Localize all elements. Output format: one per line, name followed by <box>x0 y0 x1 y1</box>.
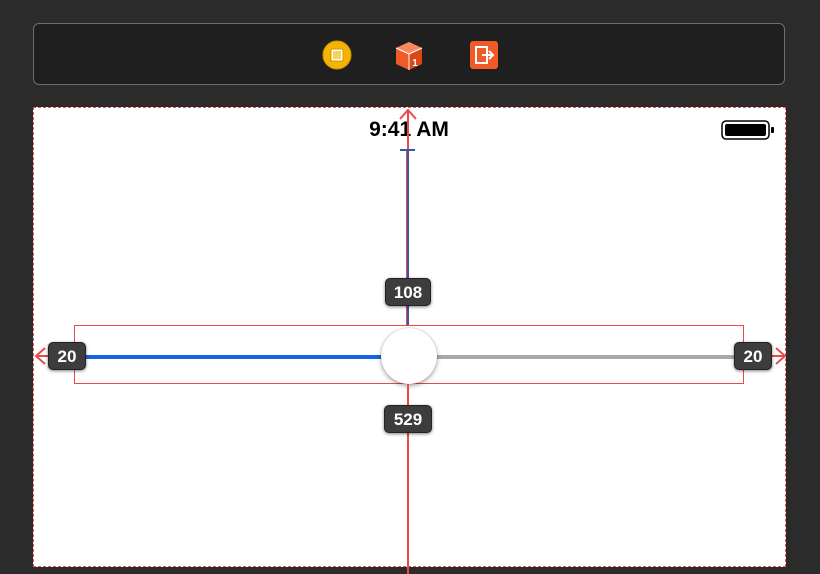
top-constraint-line[interactable] <box>407 110 409 151</box>
first-responder-icon[interactable]: 1 <box>394 40 424 70</box>
trailing-constraint-arrow-icon <box>775 347 787 365</box>
slider-thumb[interactable] <box>381 328 437 384</box>
leading-constraint-arrow-icon <box>34 347 46 365</box>
exit-icon[interactable] <box>469 40 499 70</box>
slider-maximum-track[interactable] <box>410 355 735 359</box>
trailing-constraint-badge[interactable]: 20 <box>734 342 772 370</box>
svg-text:1: 1 <box>412 58 418 69</box>
leading-constraint-badge[interactable]: 20 <box>48 342 86 370</box>
scene-dock: 1 <box>33 23 785 85</box>
slider-minimum-track[interactable] <box>80 355 410 359</box>
top-constraint-badge[interactable]: 108 <box>385 278 431 306</box>
bottom-constraint-badge[interactable]: 529 <box>384 405 432 433</box>
status-bar-time: 9:41 AM <box>369 118 449 141</box>
battery-full-icon <box>721 120 774 140</box>
view-controller-icon[interactable] <box>322 40 352 70</box>
view-controller-canvas[interactable]: 9:41 AM 108 529 20 20 <box>33 107 787 574</box>
